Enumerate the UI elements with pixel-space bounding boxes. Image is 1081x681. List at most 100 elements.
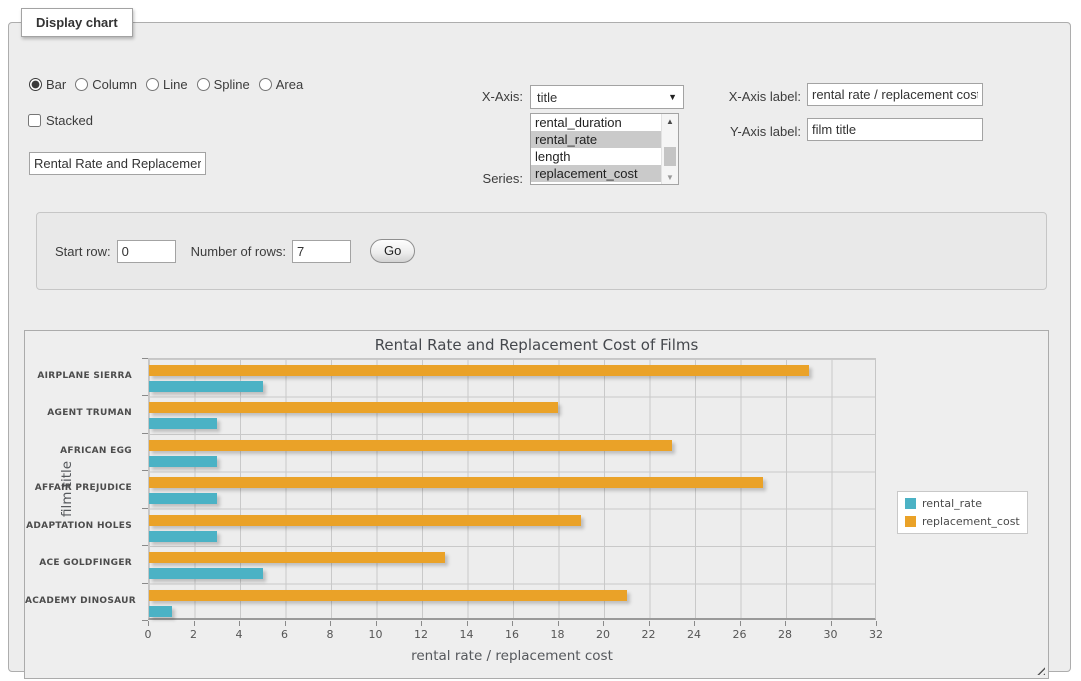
chart-legend: rental_rate replacement_cost (897, 491, 1028, 534)
category-label: ACE GOLDFINGER (25, 545, 132, 582)
series-option-rental_duration[interactable]: rental_duration (531, 114, 661, 131)
x-axis-tick-label: 18 (551, 628, 565, 641)
x-axis-tick (740, 621, 741, 626)
bar-rental_rate (149, 493, 217, 504)
start-row-input[interactable] (117, 240, 176, 263)
x-axis-tick (876, 621, 877, 626)
x-axis-tick (194, 621, 195, 626)
x-axis-tick (603, 621, 604, 626)
bar-rental_rate (149, 531, 217, 542)
bar-replacement_cost (149, 552, 445, 563)
scroll-up-icon[interactable]: ▲ (662, 114, 678, 128)
chart-type-radio-line[interactable] (146, 78, 159, 91)
chart-type-radio-label: Line (163, 77, 188, 92)
y-axis-tick (142, 358, 148, 359)
x-axis-tick-label: 12 (414, 628, 428, 641)
x-axis-tick-label: 26 (733, 628, 747, 641)
chart-type-radio-area[interactable] (259, 78, 272, 91)
go-button[interactable]: Go (370, 239, 415, 263)
x-axis-tick (376, 621, 377, 626)
x-axis-tick-label: 8 (327, 628, 334, 641)
x-axis-tick-label: 30 (824, 628, 838, 641)
chart-type-radio-bar[interactable] (29, 78, 42, 91)
bar-replacement_cost (149, 515, 581, 526)
x-axis-tick (239, 621, 240, 626)
bar-rental_rate (149, 381, 263, 392)
x-axis-tick (558, 621, 559, 626)
select-dropdown-arrow-icon: ▼ (668, 92, 677, 102)
scrollbar-thumb[interactable] (664, 147, 676, 166)
bar-rental_rate (149, 606, 172, 617)
num-rows-label: Number of rows: (191, 244, 286, 259)
legend-row-rental_rate: rental_rate (905, 497, 1020, 510)
bar-replacement_cost (149, 365, 809, 376)
legend-label: replacement_cost (922, 515, 1020, 528)
legend-swatch-icon (905, 498, 916, 509)
x-axis-tick-label: 28 (778, 628, 792, 641)
chart-type-radio-column[interactable] (75, 78, 88, 91)
series-option-length[interactable]: length (531, 148, 661, 165)
x-axis-select[interactable]: title ▼ (530, 85, 684, 109)
bar-replacement_cost (149, 477, 763, 488)
x-axis-label-input[interactable] (807, 83, 983, 106)
x-axis-tick-label: 16 (505, 628, 519, 641)
chart-type-option-column[interactable]: Column (75, 77, 137, 92)
category-label: AFFAIR PREJUDICE (25, 470, 132, 507)
plot-area (148, 358, 876, 620)
chart-x-axis-title: rental rate / replacement cost (148, 648, 876, 664)
chart-type-option-line[interactable]: Line (146, 77, 188, 92)
chart-type-radio-label: Area (276, 77, 303, 92)
rows-panel: Start row: Number of rows: Go (36, 212, 1047, 290)
category-label: AGENT TRUMAN (25, 395, 132, 432)
x-axis-tick (785, 621, 786, 626)
category-label: ACADEMY DINOSAUR (25, 583, 132, 620)
chart-type-radio-label: Spline (214, 77, 250, 92)
resize-grip-icon[interactable] (1034, 664, 1045, 675)
stacked-label[interactable]: Stacked (46, 113, 93, 128)
bar-replacement_cost (149, 402, 558, 413)
y-axis-tick (142, 545, 148, 546)
chart-type-option-bar[interactable]: Bar (29, 77, 66, 92)
legend-label: rental_rate (922, 497, 982, 510)
x-axis-tick-label: 4 (236, 628, 243, 641)
x-axis-tick-label: 2 (190, 628, 197, 641)
chart-type-option-area[interactable]: Area (259, 77, 303, 92)
y-axis-label-input[interactable] (807, 118, 983, 141)
series-option-rental_rate[interactable]: rental_rate (531, 131, 661, 148)
num-rows-input[interactable] (292, 240, 351, 263)
chart-title-input[interactable] (29, 152, 206, 175)
bar-rental_rate (149, 456, 217, 467)
x-axis-tick (148, 621, 149, 626)
series-option-replacement_cost[interactable]: replacement_cost (531, 165, 661, 182)
x-axis-tick (330, 621, 331, 626)
scroll-down-icon[interactable]: ▼ (662, 170, 678, 184)
chart-type-radio-spline[interactable] (197, 78, 210, 91)
series-options: rental_durationrental_ratelengthreplacem… (531, 114, 661, 182)
chart-category-labels: AIRPLANE SIERRAAGENT TRUMANAFRICAN EGGAF… (25, 358, 140, 620)
chart-type-radio-label: Column (92, 77, 137, 92)
x-axis-tick-label: 14 (460, 628, 474, 641)
x-axis-tick (512, 621, 513, 626)
y-axis-tick (142, 508, 148, 509)
start-row-label: Start row: (55, 244, 111, 259)
x-axis-tick-label: 32 (869, 628, 883, 641)
x-axis-tick-label: 6 (281, 628, 288, 641)
listbox-scrollbar[interactable]: ▲ ▼ (661, 114, 678, 184)
category-label: AFRICAN EGG (25, 433, 132, 470)
y-axis-tick (142, 395, 148, 396)
x-axis-tick (694, 621, 695, 626)
y-axis-tick (142, 470, 148, 471)
y-axis-tick (142, 583, 148, 584)
chart-widget: Rental Rate and Replacement Cost of Film… (24, 330, 1049, 679)
stacked-checkbox[interactable] (28, 114, 41, 127)
bar-replacement_cost (149, 590, 627, 601)
x-axis-tick (421, 621, 422, 626)
x-axis-tick (649, 621, 650, 626)
chart-type-option-spline[interactable]: Spline (197, 77, 250, 92)
series-label: Series: (439, 171, 523, 186)
series-listbox[interactable]: rental_durationrental_ratelengthreplacem… (530, 113, 679, 185)
x-axis-tick-label: 20 (596, 628, 610, 641)
x-axis-tick-label: 0 (145, 628, 152, 641)
x-axis-tick-label: 10 (369, 628, 383, 641)
chart-title: Rental Rate and Replacement Cost of Film… (25, 336, 1048, 354)
